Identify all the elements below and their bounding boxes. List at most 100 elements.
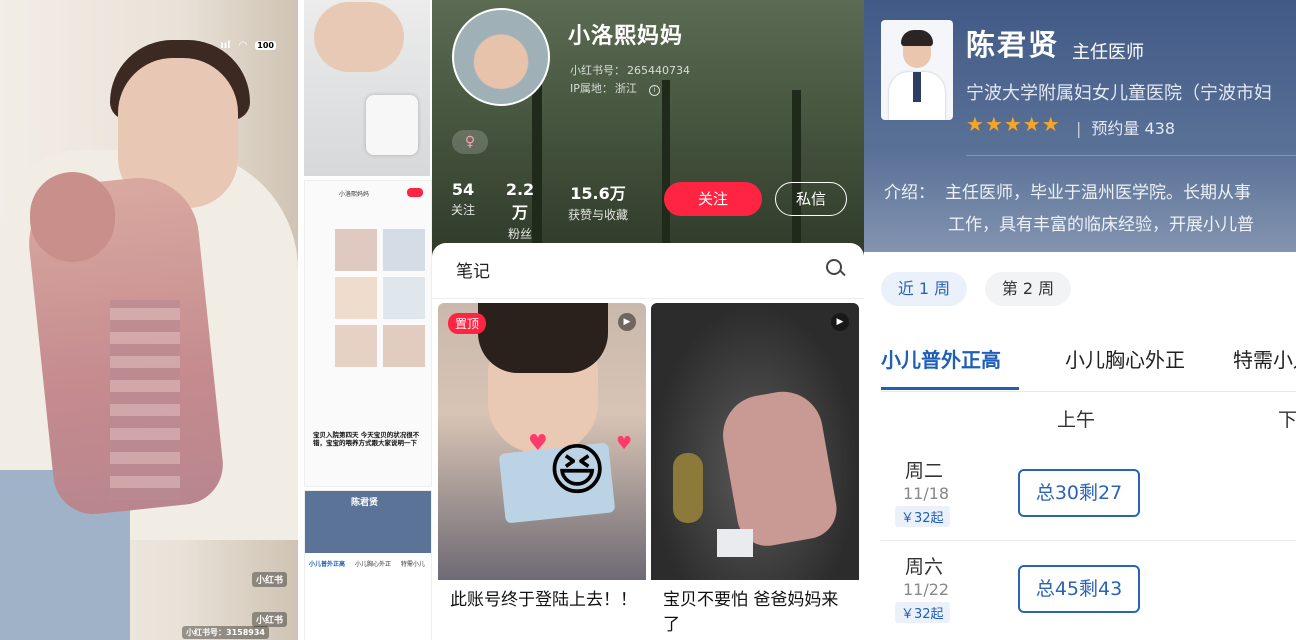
bandage (366, 95, 418, 155)
rating-stars: ★★★★★ (966, 112, 1061, 136)
dept-tab-pediatric-surgery[interactable]: 小儿普外正高 (881, 344, 1001, 373)
appointment-count: | 预约量 438 (1076, 119, 1176, 138)
doctor-title: 主任医师 (1072, 42, 1144, 63)
mini-dept-tab: 小儿胸心外正 (354, 561, 391, 568)
profile-header: 小洛熙妈妈 小红书号： 265440734 IP属地： 浙江 i ♀ 54 关注 2.… (432, 0, 864, 260)
username: 小洛熙妈妈 (568, 24, 684, 49)
note-cover: 😆 ♥ ♥ 置顶 ▶ (438, 303, 646, 580)
dept-tab-special[interactable]: 特需小儿 (1233, 344, 1296, 373)
follow-button[interactable]: 关注 (664, 182, 762, 216)
stat-followers[interactable]: 2.2万 粉丝 (500, 180, 540, 242)
baby-head (30, 172, 115, 262)
intro-text: 主任医师，毕业于温州医学院。长期从事 (945, 183, 1251, 203)
xhs-id-label: 小红书号： (570, 64, 625, 77)
video-icon: ▶ (618, 313, 636, 331)
doctor-photo (881, 20, 953, 120)
notes-sheet: 笔记 😆 ♥ ♥ 置顶 ▶ 此账号终于登陆上去！！ ▶ 宝贝不要怕 爸爸妈妈来了 (432, 243, 864, 640)
baby-face (314, 2, 404, 72)
pinned-badge: 置顶 (448, 313, 487, 334)
mini-dept-tabs: 小儿普外正高 小儿胸心外正 特需小儿 (305, 553, 431, 574)
search-icon[interactable] (826, 259, 846, 277)
intro-key: 介绍： (884, 183, 935, 203)
thumbnail (383, 325, 425, 367)
stat-label: 关注 (450, 203, 475, 217)
mosaic-blur (110, 300, 180, 500)
dept-tab-cardiothoracic[interactable]: 小儿胸心外正 (1065, 344, 1185, 373)
stat-following[interactable]: 54 关注 (448, 180, 478, 218)
stat-value: 2.2万 (505, 180, 535, 222)
schedule-date: 11/18 (903, 484, 950, 503)
thumbnail (335, 325, 377, 367)
active-tab-indicator (881, 387, 1019, 390)
schedule-day: 周六 (905, 556, 944, 578)
price-badge: ￥32起 (895, 506, 950, 527)
schedule-row: 周二 11/18 ￥32起 总30剩27 (881, 446, 1296, 538)
doctor-page: 陈君贤 主任医师 宁波大学附属妇女儿童医院（宁波市妇 ★★★★★ | 预约量 43… (864, 0, 1296, 640)
doctor-header: 陈君贤 主任医师 宁波大学附属妇女儿童医院（宁波市妇 ★★★★★ | 预约量 43… (864, 0, 1296, 252)
post-caption: 宝贝入院第四天 今天宝贝的状况很不错，宝宝的喂养方式跟大家说明一下 (313, 431, 420, 448)
profile-screenshot: 小洛熙妈妈 宝贝入院第四天 今天宝贝的状况很不错，宝宝的喂养方式跟大家说明一下 (304, 180, 432, 487)
hair-shape (478, 303, 608, 373)
schedule-row: 周六 11/22 ￥32起 总45剩43 (881, 542, 1296, 634)
note-title: 宝贝不要怕 爸爸妈妈来了 (663, 590, 839, 635)
baby-hospital-photo (304, 0, 430, 176)
mini-dept-tab: 特需小儿 (400, 561, 425, 568)
ip-label: IP属地： (570, 82, 613, 95)
toy (673, 453, 703, 523)
ip-value: 浙江 (614, 82, 637, 95)
info-icon[interactable]: i (648, 85, 660, 96)
thumbnail (335, 277, 377, 319)
tree-trunk (792, 90, 801, 260)
xhs-id: 265440734 (627, 64, 690, 77)
divider (881, 391, 1296, 392)
female-icon: ♀ (452, 130, 488, 154)
xhs-id-row: 小红书号： 265440734 (570, 62, 690, 78)
wifi-icon: ◠ (239, 40, 247, 51)
doctor-screenshot: 陈君贤 小儿普外正高 小儿胸心外正 特需小儿 (304, 490, 432, 640)
week-tab-2[interactable]: 第 2 周 (985, 272, 1071, 306)
thumbnail-grid (335, 229, 425, 419)
divider (881, 540, 1296, 541)
xhs-id-watermark: 小红书号：3158934 (182, 626, 269, 639)
slot-button[interactable]: 总30剩27 (1018, 469, 1140, 517)
message-button[interactable]: 私信 (775, 182, 847, 216)
battery-icon: 100 (255, 41, 276, 50)
note-title: 此账号终于登陆上去！！ (450, 590, 637, 610)
hospital-name: 宁波大学附属妇女儿童医院（宁波市妇 (966, 83, 1272, 104)
intro-text: 工作，具有丰富的临床经验，开展小儿普 (948, 215, 1254, 235)
divider (432, 298, 864, 299)
doctor-intro: 介绍： 主任医师，毕业于温州医学院。长期从事 工作，具有丰富的临床经验，开展小儿普 (884, 177, 1254, 241)
slot-button[interactable]: 总45剩43 (1018, 565, 1140, 613)
mini-doctor-header: 陈君贤 (305, 491, 431, 553)
price-badge: ￥32起 (895, 602, 950, 623)
note-card[interactable]: ▶ 宝贝不要怕 爸爸妈妈来了 (651, 303, 859, 640)
tab-notes[interactable]: 笔记 (456, 257, 490, 282)
morning-column-header: 上午 (1057, 409, 1096, 431)
hospital-photo: ııl ◠ 100 小红书 小红书 小红书号：3158934 (0, 0, 298, 640)
divider (966, 155, 1296, 156)
tissue-box (717, 529, 753, 557)
video-icon: ▶ (831, 313, 849, 331)
appointments-label: 预约量 (1091, 119, 1140, 138)
stat-label: 粉丝 (507, 227, 532, 241)
ip-row: IP属地： 浙江 i (570, 80, 660, 96)
thumbnail (383, 277, 425, 319)
appointments-value: 438 (1144, 119, 1176, 138)
heart-icon: ♥ (616, 433, 633, 454)
mini-dept-tab: 小儿普外正高 (309, 561, 346, 568)
note-card[interactable]: 😆 ♥ ♥ 置顶 ▶ 此账号终于登陆上去！！ (438, 303, 646, 640)
stat-value: 54 (451, 180, 475, 199)
stat-likes[interactable]: 15.6万 获赞与收藏 (560, 180, 636, 223)
baby-clothes (716, 385, 842, 551)
xhs-watermark: 小红书 (252, 612, 288, 627)
tree-trunk (662, 80, 670, 260)
screenshot-collage: 小洛熙妈妈 宝贝入院第四天 今天宝贝的状况很不错，宝宝的喂养方式跟大家说明一下 … (300, 0, 432, 640)
mini-doctor-name: 陈君贤 (351, 498, 379, 508)
stat-label: 获赞与收藏 (567, 208, 628, 222)
mini-follow-button (407, 188, 423, 197)
xhs-watermark: 小红书 (252, 572, 288, 587)
avatar[interactable] (452, 8, 550, 106)
doctor-name: 陈君贤 (966, 28, 1060, 62)
week-tab-1[interactable]: 近 1 周 (881, 272, 967, 306)
note-cover: ▶ (651, 303, 859, 580)
